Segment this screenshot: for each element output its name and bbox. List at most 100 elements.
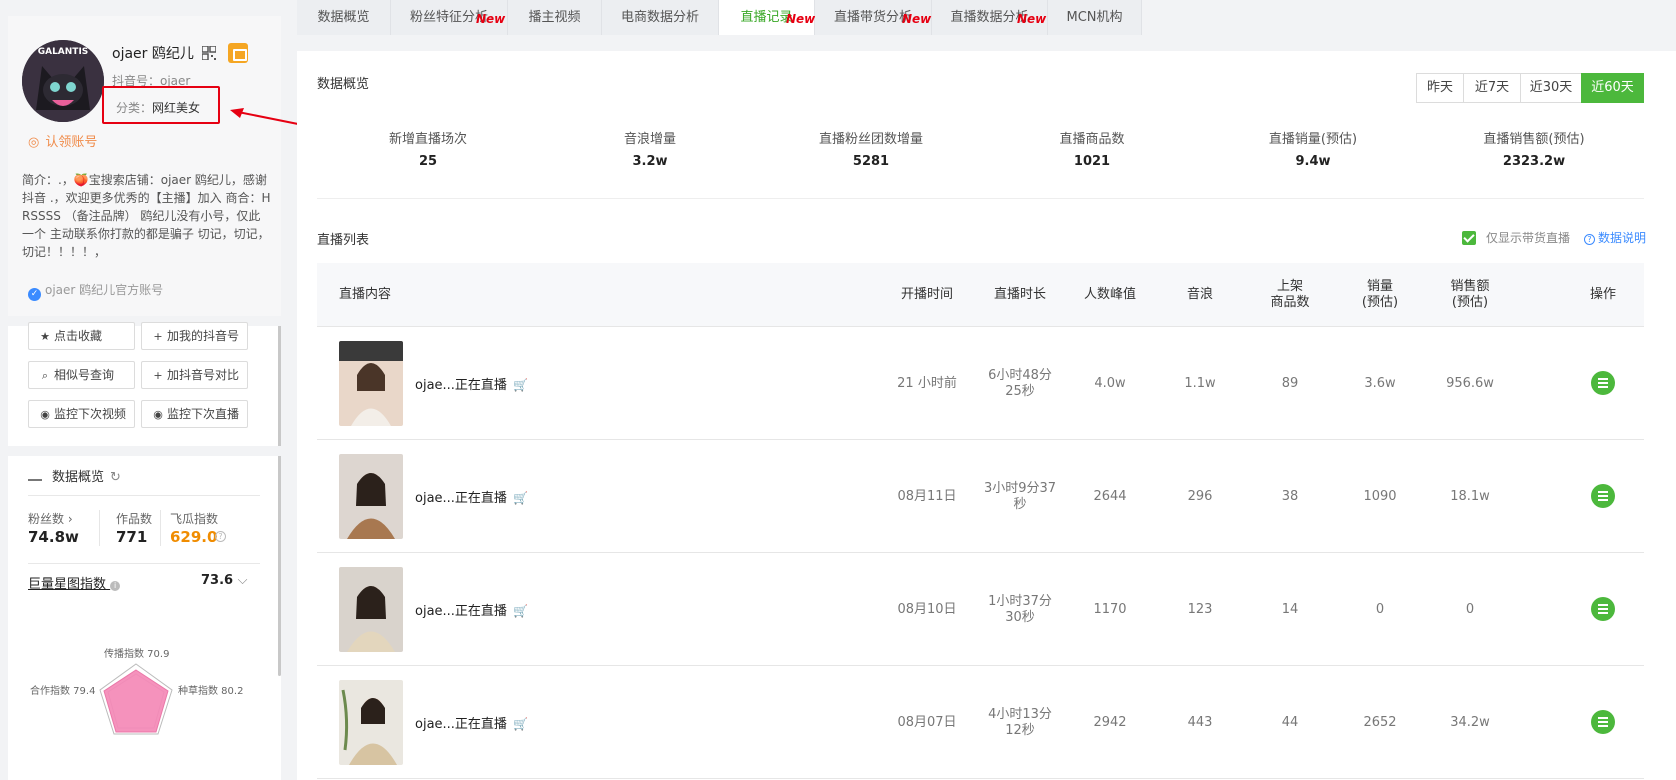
cart-icon: 🛒 — [512, 717, 528, 731]
account-name: ojaer 鸥纪儿 — [112, 46, 194, 62]
live-title[interactable]: ojae...正在直播 🛒 — [415, 374, 528, 393]
data-overview-title: 数据概览 — [317, 77, 370, 92]
tab-data-overview[interactable]: 数据概览 — [297, 0, 391, 35]
xingtu-index-value[interactable]: 73.6 ⌵ — [201, 573, 247, 588]
add-my-account-button[interactable]: + 加我的抖音号 — [141, 322, 248, 350]
tab-ecommerce[interactable]: 电商数据分析 — [602, 0, 719, 35]
qrcode-icon[interactable] — [202, 46, 216, 60]
yinlang: 1.1w — [1184, 375, 1216, 391]
only-goods-checkbox[interactable]: 仅显示带货直播 — [1462, 229, 1570, 246]
sales-amount: 18.1w — [1450, 488, 1490, 504]
fans-value: 74.8w — [28, 528, 79, 546]
radar-chart — [99, 663, 173, 735]
verified-account-link[interactable]: 认领账号 — [28, 131, 97, 150]
chevron-right-icon: › — [67, 512, 73, 526]
live-thumbnail[interactable] — [339, 567, 403, 652]
feigua-value: 629.0 — [170, 528, 218, 546]
monitor-live-label: 监控下次直播 — [167, 407, 240, 421]
works-value: 771 — [116, 528, 148, 546]
xingtu-index-label[interactable]: 巨量星图指数 i — [28, 573, 121, 592]
goods-count: 14 — [1281, 601, 1299, 617]
favorite-label: 点击收藏 — [54, 329, 103, 343]
favorite-button[interactable]: ★ 点击收藏 — [28, 322, 135, 350]
profile-intro: 简介：.，🍑宝搜索店铺：ojaer 鸥纪儿，感谢抖音 .，欢迎更多优秀的【主播】… — [22, 173, 271, 259]
live-thumbnail[interactable] — [339, 454, 403, 539]
table-row[interactable]: ojae...正在直播 🛒 08月11日 3小时9分37 秒 2644 296 3… — [317, 440, 1644, 553]
xingtu-value-text: 73.6 — [201, 573, 234, 588]
peak-viewers: 1170 — [1093, 601, 1127, 617]
fans-label-text: 粉丝数 — [28, 512, 65, 526]
detail-icon[interactable] — [1591, 371, 1615, 395]
column-header: 直播时长 — [993, 287, 1046, 302]
goods-count: 44 — [1281, 714, 1299, 730]
live-list-title: 直播列表 — [317, 233, 370, 248]
column-header: 销量 (预估) — [1361, 279, 1399, 310]
sales: 1090 — [1363, 488, 1397, 504]
plus-icon: + — [153, 330, 163, 343]
tab-mcn[interactable]: MCN机构 — [1048, 0, 1142, 35]
range-60days[interactable]: 近60天 — [1581, 73, 1644, 103]
avatar-logo-text: GALANTIS — [38, 47, 89, 57]
range-7days[interactable]: 近7天 — [1463, 73, 1521, 103]
divider — [160, 510, 161, 546]
tab-videos[interactable]: 播主视频 — [508, 0, 602, 35]
detail-icon[interactable] — [1591, 710, 1615, 734]
live-title[interactable]: ojae...正在直播 🛒 — [415, 600, 528, 619]
sales: 0 — [1375, 601, 1385, 617]
metric-label: 新增直播场次 — [388, 132, 467, 147]
monitor-video-button[interactable]: ◉ 监控下次视频 — [28, 400, 135, 428]
shop-icon[interactable] — [228, 43, 248, 63]
table-row[interactable]: ojae...正在直播 🛒 08月07日 4小时13分 12秒 2942 443 … — [317, 666, 1644, 779]
checkbox-icon[interactable] — [1462, 231, 1476, 245]
help-icon[interactable]: ? — [215, 531, 226, 542]
live-title-text: ojae...正在直播 — [415, 604, 507, 619]
cart-icon: 🛒 — [512, 604, 528, 618]
live-title[interactable]: ojae...正在直播 🛒 — [415, 487, 528, 506]
verified-check-icon: ✓ — [28, 288, 41, 301]
goods-count: 38 — [1281, 488, 1299, 504]
live-title[interactable]: ojae...正在直播 🛒 — [415, 713, 528, 732]
add-my-account-label: 加我的抖音号 — [167, 329, 240, 343]
star-icon: ★ — [40, 330, 50, 343]
refresh-icon[interactable]: ↻ — [110, 470, 121, 485]
divider — [8, 446, 281, 456]
radar-label-coop: 合作指数 79.4 — [30, 686, 96, 697]
data-help-link[interactable]: ? 数据说明 — [1584, 229, 1646, 246]
live-thumbnail[interactable] — [339, 341, 403, 426]
sidebar-scrollbar[interactable] — [278, 322, 281, 676]
similar-search-button[interactable]: ⌕ 相似号查询 — [28, 361, 135, 389]
plus-icon: + — [153, 369, 163, 382]
radar-label-spread: 传播指数 70.9 — [104, 649, 170, 660]
metric-label: 直播商品数 — [1059, 132, 1125, 147]
official-account-label: ojaer 鸥纪儿官方账号 — [45, 283, 164, 297]
data-help-label: 数据说明 — [1598, 231, 1647, 245]
peak-viewers: 4.0w — [1094, 375, 1126, 391]
duration: 1小时37分 30秒 — [988, 593, 1052, 625]
live-table-header: 直播内容 开播时间 直播时长 人数峰值 音浪 上架 商品数 销量 (预估) 销售… — [317, 263, 1644, 327]
metric-value: 3.2w — [632, 154, 668, 169]
yinlang: 296 — [1187, 488, 1213, 504]
category-highlight-box: 分类：网红美女 — [102, 86, 220, 124]
column-header: 操作 — [1589, 287, 1616, 302]
range-30days[interactable]: 近30天 — [1520, 73, 1582, 103]
sales-amount: 0 — [1465, 601, 1475, 617]
detail-icon[interactable] — [1591, 484, 1615, 508]
category-value: 网红美女 — [152, 101, 201, 115]
table-row[interactable]: ojae...正在直播 🛒 21 小时前 6小时48分 25秒 4.0w 1.1w… — [317, 327, 1644, 440]
divider — [317, 198, 1644, 199]
monitor-live-button[interactable]: ◉ 监控下次直播 — [141, 400, 248, 428]
table-row[interactable]: ojae...正在直播 🛒 08月10日 1小时37分 30秒 1170 123 … — [317, 553, 1644, 666]
add-compare-button[interactable]: + 加抖音号对比 — [141, 361, 248, 389]
fans-label[interactable]: 粉丝数 › — [28, 510, 73, 527]
range-yesterday[interactable]: 昨天 — [1416, 73, 1464, 103]
avatar[interactable]: GALANTIS — [22, 40, 104, 122]
sales: 3.6w — [1364, 375, 1396, 391]
divider — [28, 495, 260, 496]
start-time: 08月07日 — [897, 714, 957, 730]
new-badge: New — [1017, 12, 1047, 26]
category-label: 分类： — [116, 101, 153, 115]
official-account: ✓ ojaer 鸥纪儿官方账号 — [28, 281, 163, 301]
live-thumbnail[interactable] — [339, 680, 403, 765]
detail-icon[interactable] — [1591, 597, 1615, 621]
sales-amount: 956.6w — [1446, 375, 1494, 391]
